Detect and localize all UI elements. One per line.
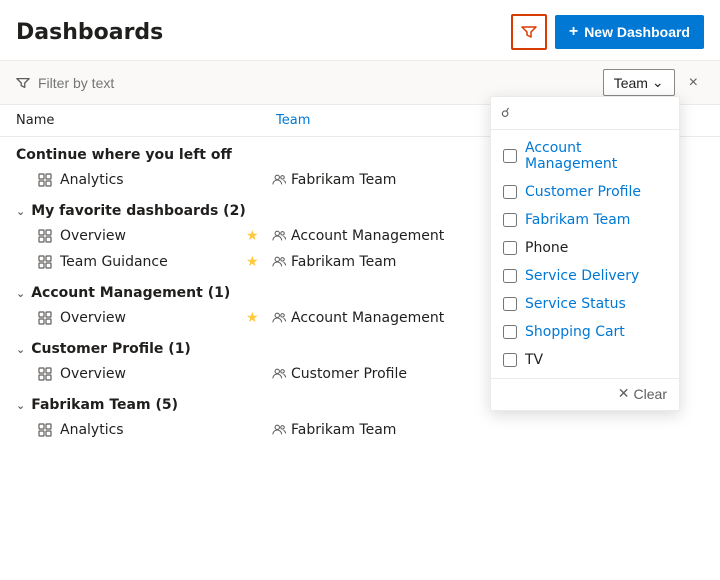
dropdown-item[interactable]: Account Management <box>491 134 679 178</box>
team-name: Fabrikam Team <box>291 422 396 438</box>
team-name: Fabrikam Team <box>291 254 396 270</box>
item-name: Overview <box>60 310 240 326</box>
dropdown-item-checkbox[interactable] <box>503 325 517 339</box>
team-filter-label: Team <box>614 75 648 91</box>
dropdown-item[interactable]: Fabrikam Team <box>491 206 679 234</box>
filter-bar-icon <box>16 76 30 90</box>
dropdown-item-checkbox[interactable] <box>503 185 517 199</box>
clear-x-icon: ✕ <box>618 385 630 402</box>
dropdown-item[interactable]: Service Delivery <box>491 262 679 290</box>
dropdown-search-input[interactable] <box>516 105 669 121</box>
dropdown-item-label: Phone <box>525 240 568 256</box>
favorite-star[interactable]: ★ <box>246 254 266 270</box>
section-title: Account Management (1) <box>31 285 230 301</box>
team-icon <box>272 229 286 243</box>
dashboard-icon <box>36 255 54 269</box>
dropdown-search-area: ☌ <box>491 97 679 130</box>
dashboard-icon <box>36 173 54 187</box>
item-team: Fabrikam Team <box>272 254 396 270</box>
new-dashboard-button[interactable]: + New Dashboard <box>555 15 704 49</box>
team-name: Account Management <box>291 310 444 326</box>
dropdown-item-checkbox[interactable] <box>503 269 517 283</box>
item-team: Account Management <box>272 310 444 326</box>
favorite-star[interactable]: ★ <box>246 228 266 244</box>
team-name: Customer Profile <box>291 366 407 382</box>
dropdown-item-label: Service Delivery <box>525 268 639 284</box>
dropdown-item-label: Account Management <box>525 140 667 172</box>
dropdown-item-checkbox[interactable] <box>503 149 517 163</box>
team-name: Fabrikam Team <box>291 172 396 188</box>
dashboard-icon <box>36 229 54 243</box>
dropdown-item[interactable]: TV <box>491 346 679 374</box>
column-header-name: Name <box>16 113 276 128</box>
dropdown-item-label: Customer Profile <box>525 184 641 200</box>
dropdown-footer: ✕ Clear <box>491 378 679 406</box>
dropdown-item[interactable]: Shopping Cart <box>491 318 679 346</box>
chevron-icon: ⌄ <box>16 399 25 412</box>
filter-icon-button[interactable] <box>511 14 547 50</box>
header-actions: + New Dashboard <box>511 14 704 50</box>
list-item[interactable]: Analytics Fabrikam Team <box>8 417 712 443</box>
dropdown-item-label: Shopping Cart <box>525 324 625 340</box>
team-icon <box>272 423 286 437</box>
team-name: Account Management <box>291 228 444 244</box>
plus-icon: + <box>569 23 578 41</box>
dropdown-item-label: Service Status <box>525 296 626 312</box>
page-header: Dashboards + New Dashboard <box>0 0 720 61</box>
item-team: Customer Profile <box>272 366 407 382</box>
clear-label: Clear <box>634 386 667 402</box>
dashboard-icon <box>36 423 54 437</box>
dashboard-icon <box>36 367 54 381</box>
column-header-team: Team <box>276 113 310 128</box>
dropdown-item[interactable]: Phone <box>491 234 679 262</box>
dropdown-items-list: Account Management Customer Profile Fabrik… <box>491 130 679 378</box>
filter-close-button[interactable]: × <box>683 72 704 94</box>
item-name: Analytics <box>60 422 240 438</box>
section-title: Customer Profile (1) <box>31 341 191 357</box>
team-icon <box>272 311 286 325</box>
dropdown-item-checkbox[interactable] <box>503 213 517 227</box>
dashboard-icon <box>36 311 54 325</box>
favorite-star[interactable]: ★ <box>246 310 266 326</box>
clear-button[interactable]: ✕ Clear <box>618 385 667 402</box>
dropdown-item[interactable]: Service Status <box>491 290 679 318</box>
dropdown-item-checkbox[interactable] <box>503 353 517 367</box>
section-title: My favorite dashboards (2) <box>31 203 246 219</box>
dropdown-item[interactable]: Customer Profile <box>491 178 679 206</box>
team-icon <box>272 173 286 187</box>
team-dropdown: ☌ Account Management Customer Profile Fabr… <box>490 96 680 411</box>
chevron-icon: ⌄ <box>16 287 25 300</box>
new-dashboard-label: New Dashboard <box>584 24 690 40</box>
item-team: Account Management <box>272 228 444 244</box>
page-title: Dashboards <box>16 20 163 45</box>
chevron-down-icon: ⌄ <box>652 74 664 91</box>
dropdown-item-label: TV <box>525 352 543 368</box>
section-title: Fabrikam Team (5) <box>31 397 178 413</box>
filter-text-input[interactable] <box>38 75 595 91</box>
search-icon: ☌ <box>501 106 510 121</box>
item-team: Fabrikam Team <box>272 422 396 438</box>
section-title: Continue where you left off <box>16 147 232 163</box>
item-team: Fabrikam Team <box>272 172 396 188</box>
chevron-icon: ⌄ <box>16 343 25 356</box>
team-icon <box>272 255 286 269</box>
dropdown-item-checkbox[interactable] <box>503 241 517 255</box>
item-name: Overview <box>60 366 240 382</box>
item-name: Overview <box>60 228 240 244</box>
team-filter-button[interactable]: Team ⌄ <box>603 69 675 96</box>
item-name: Team Guidance <box>60 254 240 270</box>
chevron-icon: ⌄ <box>16 205 25 218</box>
item-name: Analytics <box>60 172 240 188</box>
filter-icon <box>521 24 537 40</box>
team-icon <box>272 367 286 381</box>
dropdown-item-checkbox[interactable] <box>503 297 517 311</box>
dropdown-item-label: Fabrikam Team <box>525 212 630 228</box>
